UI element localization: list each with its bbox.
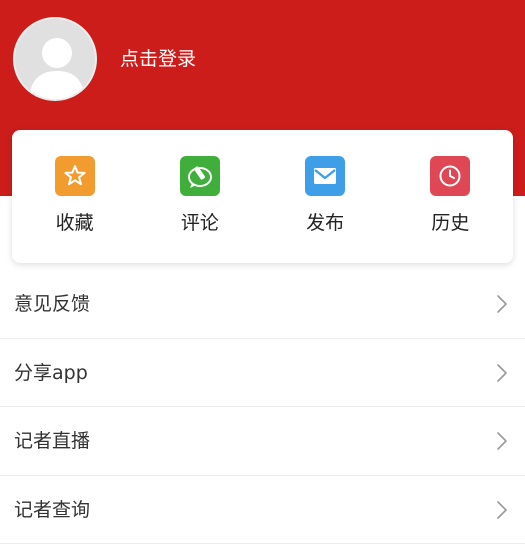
chevron-right-icon bbox=[497, 500, 507, 519]
mail-icon bbox=[305, 156, 346, 196]
chevron-right-icon bbox=[497, 432, 507, 450]
shortcut-history[interactable]: 历史 bbox=[388, 130, 513, 263]
clock-icon bbox=[430, 156, 471, 196]
menu-item-reporter-query[interactable]: 记者查询 bbox=[0, 476, 525, 544]
avatar[interactable] bbox=[13, 17, 97, 101]
settings-menu: 意见反馈 分享app 记者直播 记者查询 bbox=[0, 270, 525, 544]
chevron-right-icon bbox=[497, 295, 507, 313]
menu-item-label: 记者查询 bbox=[14, 498, 91, 521]
menu-item-reporter-live[interactable]: 记者直播 bbox=[0, 407, 525, 476]
shortcut-label: 收藏 bbox=[55, 212, 94, 234]
menu-item-label: 分享app bbox=[14, 361, 88, 384]
shortcut-favorites[interactable]: 收藏 bbox=[12, 130, 137, 263]
shortcut-label: 发布 bbox=[306, 212, 345, 234]
login-link[interactable]: 点击登录 bbox=[120, 46, 196, 72]
shortcut-card: 收藏 评论 发布 历史 bbox=[12, 130, 513, 263]
menu-item-feedback[interactable]: 意见反馈 bbox=[0, 270, 525, 339]
shortcut-label: 评论 bbox=[180, 212, 219, 234]
star-icon bbox=[54, 156, 95, 196]
shortcut-label: 历史 bbox=[431, 212, 470, 234]
menu-item-share-app[interactable]: 分享app bbox=[0, 339, 525, 407]
shortcut-comments[interactable]: 评论 bbox=[137, 130, 262, 263]
chevron-right-icon bbox=[497, 363, 507, 382]
shortcut-publish[interactable]: 发布 bbox=[263, 130, 388, 263]
menu-item-label: 意见反馈 bbox=[14, 293, 91, 315]
menu-item-label: 记者直播 bbox=[14, 430, 91, 452]
comment-pencil-icon bbox=[179, 156, 220, 196]
user-silhouette-icon bbox=[29, 38, 85, 99]
